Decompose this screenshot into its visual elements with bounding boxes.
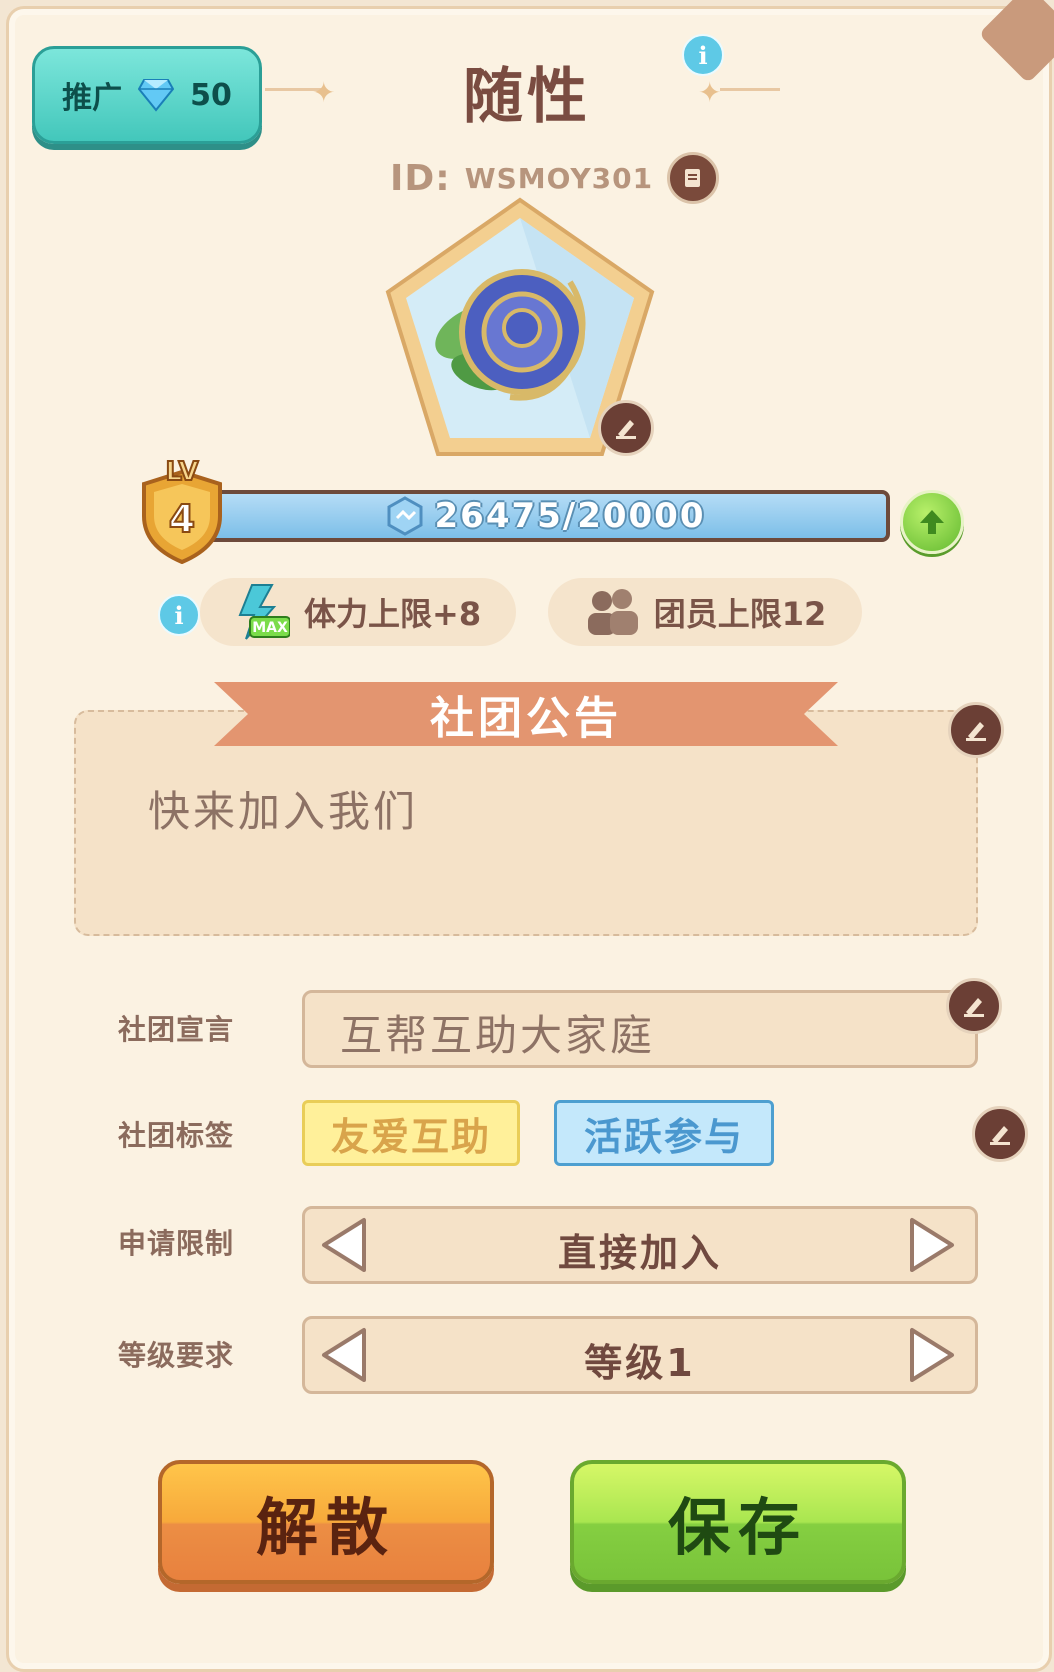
sparkle-icon: ✦ [698,76,722,109]
max-badge: MAX [252,620,288,636]
declaration-value: 互帮互助大家庭 [340,1011,656,1060]
members-icon [587,589,638,635]
stamina-perk: MAX 体力上限+8 [200,578,516,646]
dissolve-button[interactable]: 解散 [158,1460,494,1584]
right-arrow-icon[interactable] [906,1326,958,1384]
title-row: 随性 [0,48,1054,135]
exp-text: 26475/20000 [434,496,706,536]
edit-tags-icon[interactable] [972,1106,1028,1162]
info-icon[interactable]: i [682,34,724,76]
announcement-text: 快来加入我们 [148,787,419,836]
club-name: 随性 [463,62,591,132]
up-arrow-icon [920,510,944,534]
level-number: 4 [169,497,195,541]
declaration-label: 社团宣言 [118,1013,235,1046]
stamina-perk-label: 体力上限+8 [304,595,482,633]
save-button[interactable]: 保存 [570,1460,906,1584]
edit-emblem-icon[interactable] [598,400,654,456]
edit-announcement-icon[interactable] [948,702,1004,758]
copy-icon[interactable] [667,152,720,204]
apply-restriction-value: 直接加入 [557,1231,722,1275]
right-arrow-icon[interactable] [906,1216,958,1274]
announcement-title: 社团公告 [430,693,622,744]
stamina-icon: MAX [238,584,290,640]
title-deco-right [720,88,780,91]
apply-restriction-label: 申请限制 [118,1227,235,1260]
exp-icon [387,496,422,536]
tag-item: 活跃参与 [554,1100,774,1166]
edit-declaration-icon[interactable] [946,978,1002,1034]
tags-label: 社团标签 [118,1119,235,1152]
lv-label: LV [165,457,198,487]
level-requirement-label: 等级要求 [118,1339,235,1372]
members-perk: 团员上限12 [548,578,862,646]
level-requirement-value: 等级1 [584,1341,696,1385]
exp-progress-bar: 26475/20000 [200,490,890,542]
tag-item: 友爱互助 [302,1100,520,1166]
id-value: WSMOY301 [464,161,654,195]
upgrade-button[interactable] [900,490,964,554]
members-perk-label: 团员上限12 [653,595,827,633]
info-icon[interactable]: i [158,594,200,636]
level-shield-icon: 4 LV [142,456,222,564]
